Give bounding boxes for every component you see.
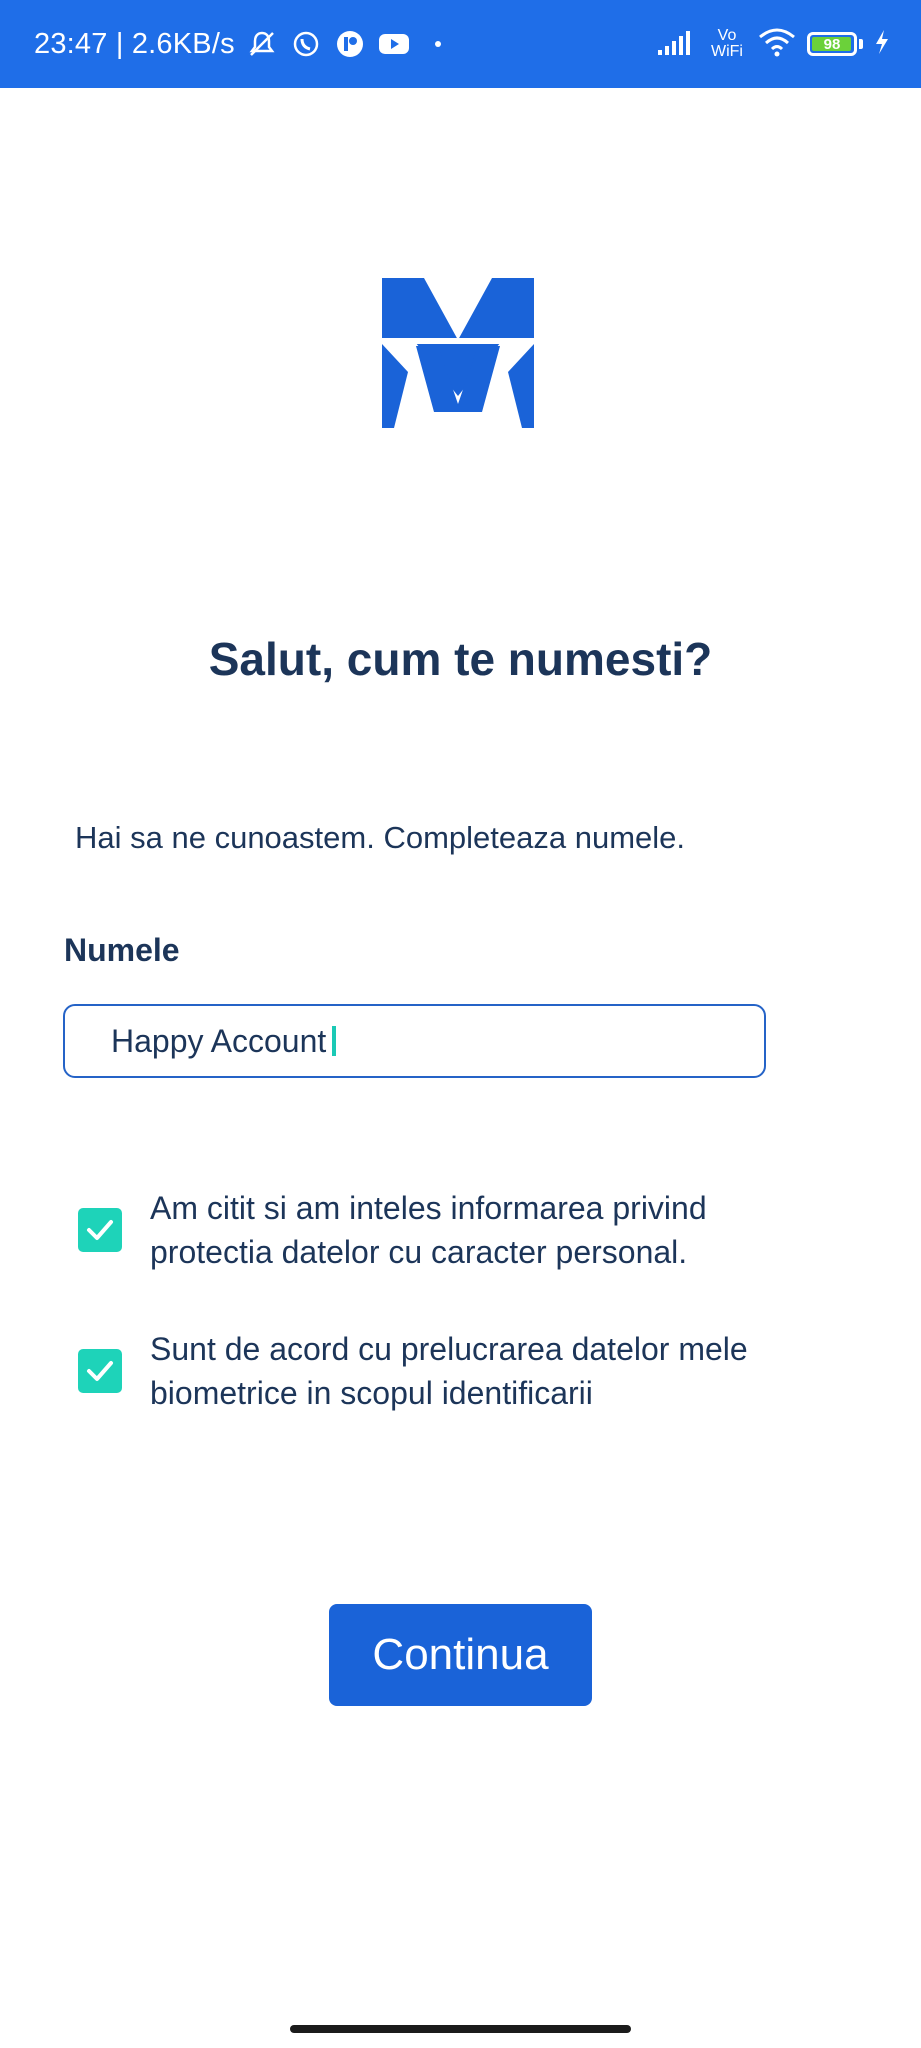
- charging-icon: [873, 28, 891, 61]
- status-bar: 23:47 | 2.6KB/s Vo WiFi 98: [0, 0, 921, 88]
- youtube-icon: [377, 27, 411, 61]
- check-icon: [87, 1361, 113, 1381]
- m-logo-icon: [382, 278, 534, 428]
- page-title: Salut, cum te numesti?: [208, 633, 713, 685]
- signal-icon: [657, 28, 697, 61]
- wifi-icon: [757, 27, 797, 62]
- name-label: Numele: [64, 932, 180, 968]
- consent-biometric[interactable]: Sunt de acord cu prelucrarea datelor mel…: [78, 1327, 838, 1415]
- home-indicator[interactable]: [290, 2025, 631, 2033]
- status-left: 23:47 | 2.6KB/s: [34, 0, 455, 88]
- text-cursor: [332, 1026, 337, 1056]
- battery-level: 98: [823, 35, 841, 53]
- name-input-value: Happy Account: [111, 1022, 327, 1059]
- status-time: 23:47 | 2.6KB/s: [34, 27, 235, 60]
- page-subtitle: Hai sa ne cunoastem. Completeaza numele.: [75, 820, 685, 855]
- battery-icon: 98: [807, 32, 857, 56]
- consent-text-biometric: Sunt de acord cu prelucrarea datelor mel…: [150, 1327, 748, 1415]
- dot-icon: [421, 27, 455, 61]
- checkbox-data-protection[interactable]: [78, 1208, 122, 1252]
- consent-data-protection[interactable]: Am citit si am inteles informarea privin…: [78, 1186, 838, 1274]
- consent-line: biometrice in scopul identificarii: [150, 1375, 593, 1411]
- continue-button[interactable]: Continua: [329, 1604, 592, 1706]
- battery-tip: [859, 39, 863, 49]
- name-input[interactable]: Happy Account: [63, 1004, 766, 1078]
- status-right: Vo WiFi 98: [657, 0, 891, 88]
- volte-label: Vo WiFi: [711, 27, 743, 60]
- screen: 23:47 | 2.6KB/s Vo WiFi 98 Salut, cum te…: [0, 0, 921, 2048]
- consent-text-data-protection: Am citit si am inteles informarea privin…: [150, 1186, 707, 1274]
- checkbox-biometric[interactable]: [78, 1349, 122, 1393]
- consent-line: protectia datelor cu caracter personal.: [150, 1234, 688, 1270]
- consent-line: Am citit si am inteles informarea privin…: [150, 1190, 707, 1226]
- consent-line: Sunt de acord cu prelucrarea datelor mel…: [150, 1331, 748, 1367]
- whatsapp-icon: [289, 27, 323, 61]
- mute-icon: [245, 27, 279, 61]
- check-icon: [87, 1220, 113, 1240]
- app-icon: [333, 27, 367, 61]
